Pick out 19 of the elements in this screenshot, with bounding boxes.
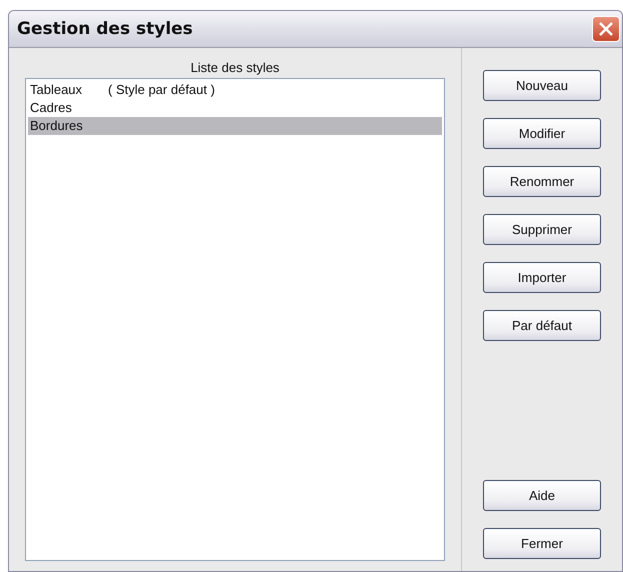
list-item[interactable]: Tableaux ( Style par défaut ) — [28, 81, 442, 99]
dialog-button[interactable]: Renommer — [483, 166, 601, 197]
close-button[interactable] — [592, 16, 620, 42]
dialog-button[interactable]: Nouveau — [483, 70, 601, 101]
window-title: Gestion des styles — [17, 19, 193, 39]
list-item[interactable]: Bordures — [28, 117, 442, 135]
dialog-button[interactable]: Supprimer — [483, 214, 601, 245]
style-note: ( Style par défaut ) — [108, 81, 215, 99]
style-name: Bordures — [30, 117, 84, 135]
dialog-button[interactable]: Importer — [483, 262, 601, 293]
close-icon — [598, 21, 614, 37]
style-name: Cadres — [30, 99, 73, 117]
list-label: Liste des styles — [190, 60, 280, 75]
dialog-button[interactable]: Fermer — [483, 528, 601, 559]
dialog-button[interactable]: Aide — [483, 480, 601, 511]
list-item[interactable]: Cadres — [28, 99, 442, 117]
style-name: Tableaux — [30, 81, 84, 99]
dialog-button[interactable]: Modifier — [483, 118, 601, 149]
dialog-button[interactable]: Par défaut — [483, 310, 601, 341]
